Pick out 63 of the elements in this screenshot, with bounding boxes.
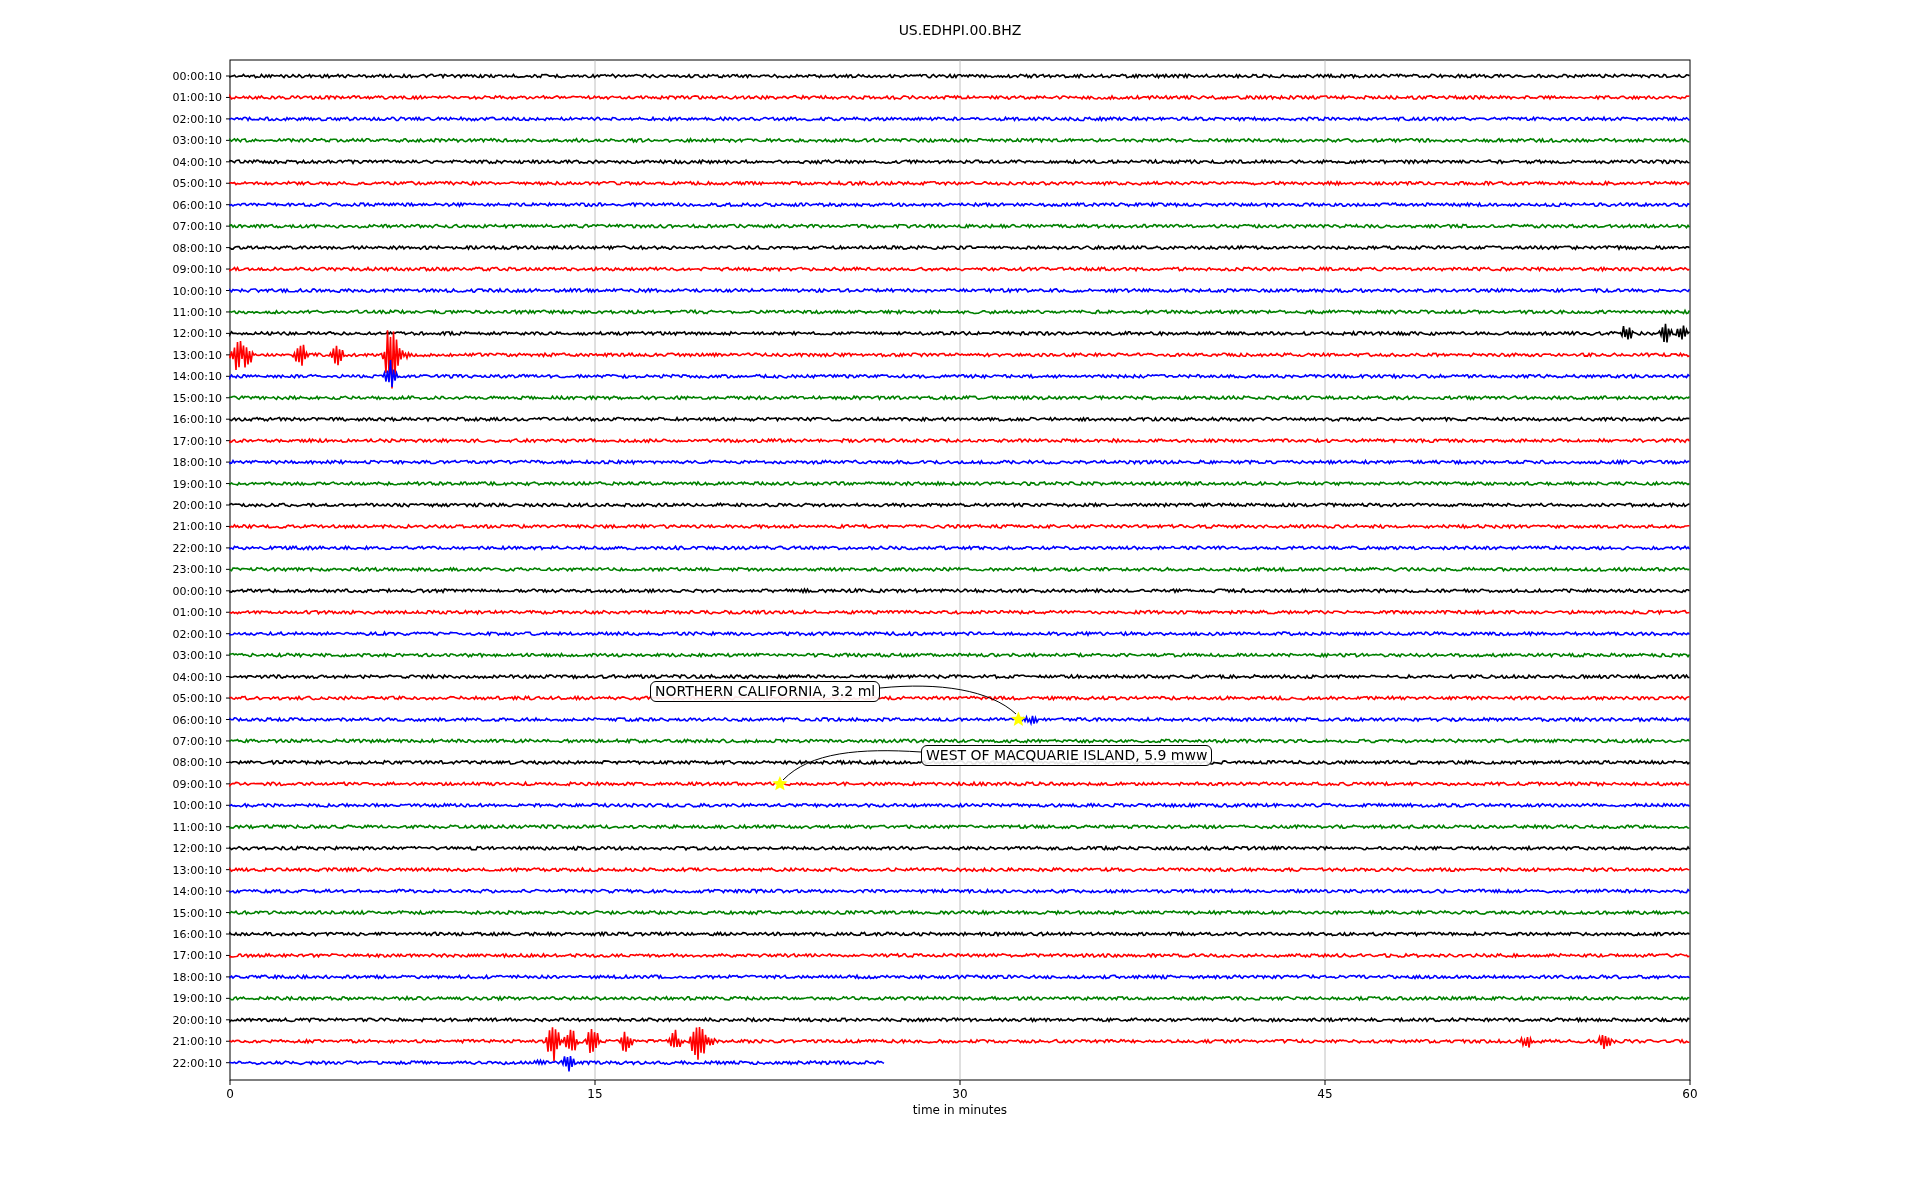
row-time-label: 21:00:10 [172, 520, 222, 534]
x-tick-label: 45 [1317, 1087, 1333, 1101]
row-time-label: 08:00:10 [172, 756, 222, 770]
row-time-label: 02:00:10 [172, 112, 222, 126]
row-time-label: 08:00:10 [172, 241, 222, 255]
star-icon [1010, 711, 1026, 726]
row-time-label: 01:00:10 [172, 91, 222, 105]
row-time-label: 21:00:10 [172, 1035, 222, 1049]
row-time-label: 12:00:10 [172, 842, 222, 856]
row-time-label: 16:00:10 [172, 928, 222, 941]
row-time-label: 13:00:10 [172, 863, 222, 877]
row-time-label: 15:00:10 [172, 906, 222, 920]
row-time-label: 19:00:10 [172, 992, 222, 1006]
tick-mark [229, 1079, 231, 1086]
x-tick-label: 60 [1682, 1087, 1698, 1101]
row-time-label: 11:00:10 [172, 305, 222, 319]
event-label: NORTHERN CALIFORNIA, 3.2 ml [650, 681, 881, 702]
x-tick-label: 30 [952, 1087, 968, 1101]
row-time-label: 22:00:10 [172, 1056, 222, 1070]
row-time-label: 23:00:10 [172, 563, 222, 577]
row-time-label: 03:00:10 [172, 134, 222, 148]
x-axis-label: time in minutes [912, 1103, 1008, 1117]
row-time-label: 12:00:10 [172, 327, 222, 341]
row-time-label: 14:00:10 [172, 370, 222, 384]
row-time-label: 04:00:10 [172, 155, 222, 169]
row-time-label: 09:00:10 [172, 777, 222, 791]
row-time-label: 15:00:10 [172, 391, 222, 405]
row-time-label: 17:00:10 [172, 434, 222, 448]
row-time-label: 04:00:10 [172, 670, 222, 684]
x-tick-label: 15 [587, 1087, 603, 1101]
x-tick-label: 0 [226, 1087, 234, 1101]
star-icon [772, 775, 788, 791]
row-time-label: 10:00:10 [172, 799, 222, 813]
row-time-label: 05:00:10 [172, 177, 222, 191]
row-time-label: 10:00:10 [172, 284, 222, 298]
tick-mark [1689, 1079, 1691, 1086]
row-time-label: 14:00:10 [172, 885, 222, 899]
plot-title: US.EDHPI.00.BHZ [898, 22, 1022, 38]
row-time-label: 06:00:10 [172, 198, 222, 212]
row-time-label: 19:00:10 [172, 477, 222, 491]
row-time-label: 11:00:10 [172, 820, 222, 834]
row-time-label: 20:00:10 [172, 1013, 222, 1027]
row-time-label: 13:00:10 [172, 348, 222, 362]
row-time-label: 01:00:10 [172, 606, 222, 620]
tick-mark [959, 1079, 961, 1086]
row-time-label: 18:00:10 [172, 970, 222, 984]
row-time-label: 06:00:10 [172, 713, 222, 727]
row-time-label: 03:00:10 [172, 649, 222, 663]
row-time-label: 16:00:10 [172, 413, 222, 427]
row-time-label: 00:00:10 [172, 584, 222, 598]
row-time-label: 07:00:10 [172, 220, 222, 234]
row-time-label: 07:00:10 [172, 734, 222, 748]
tick-mark [594, 1079, 596, 1086]
row-time-label: 00:00:10 [172, 70, 222, 83]
row-time-label: 20:00:10 [172, 499, 222, 512]
row-time-label: 22:00:10 [172, 541, 222, 555]
tick-mark [1324, 1079, 1326, 1086]
row-time-label: 02:00:10 [172, 627, 222, 641]
row-time-label: 18:00:10 [172, 456, 222, 470]
row-time-label: 05:00:10 [172, 692, 222, 706]
event-label: WEST OF MACQUARIE ISLAND, 5.9 mww [921, 745, 1213, 766]
row-time-label: 17:00:10 [172, 949, 222, 963]
row-time-label: 09:00:10 [172, 263, 222, 277]
